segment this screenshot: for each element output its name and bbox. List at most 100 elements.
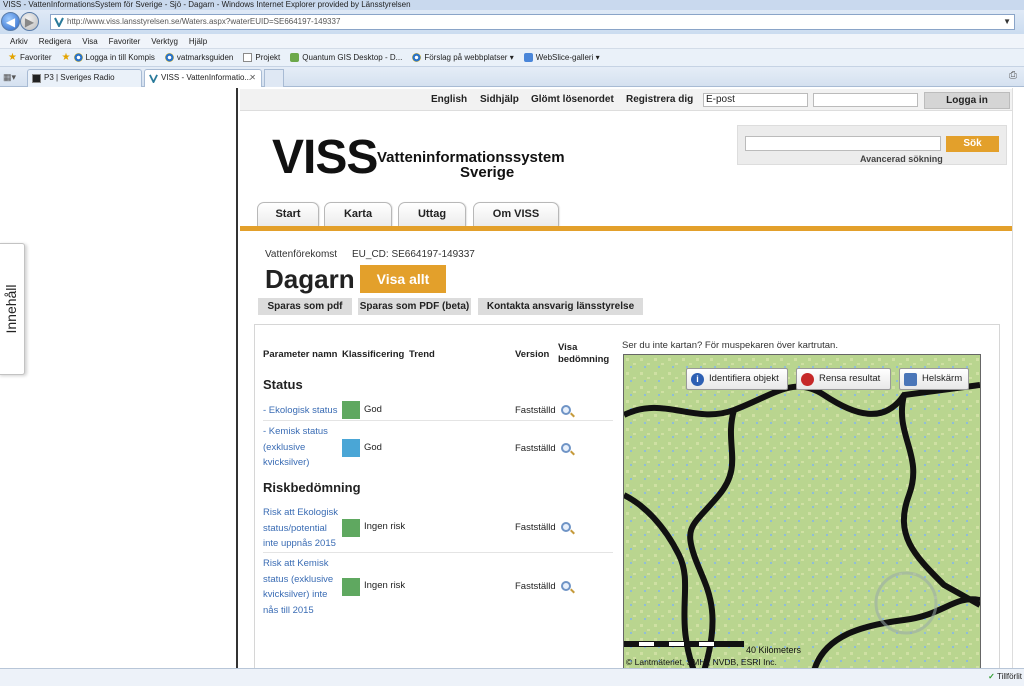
classification-swatch (342, 401, 360, 419)
menu-item-hjalp[interactable]: Hjälp (189, 37, 207, 46)
tab-start[interactable]: Start (257, 202, 319, 226)
favorites-bar: ★ Favoriter ★ Logga in till Kompis vatmark… (0, 49, 1024, 67)
favorites-label: Favoriter (19, 53, 52, 62)
map-view[interactable]: i Identifiera objekt Rensa resultat Hels… (623, 354, 981, 668)
map-copyright: © Lantmäteriet, SMHI, NVDB, ESRI Inc. (626, 657, 777, 667)
tab-label: VISS - VattenInformatio... (161, 73, 252, 82)
address-bar[interactable]: http://www.viss.lansstyrelsen.se/Waters.… (50, 14, 1015, 30)
print-icon[interactable]: ⎙ (1009, 70, 1021, 82)
classification-value: God (364, 442, 382, 453)
version-value: Fastställd (515, 405, 556, 416)
chevron-down-icon[interactable]: ▼ (1003, 15, 1011, 29)
show-all-button[interactable]: Visa allt (360, 265, 446, 293)
top-bar: English Sidhjälp Glömt lösenordet Regist… (240, 89, 1012, 111)
magnifier-icon[interactable] (561, 522, 571, 532)
page-title: Dagarn (265, 264, 355, 294)
classification-value: Ingen risk (364, 521, 406, 532)
link-register[interactable]: Registrera dig (626, 94, 693, 105)
version-value: Fastställd (515, 443, 556, 454)
page-icon (243, 53, 253, 62)
contact-county-button[interactable]: Kontakta ansvarig länsstyrelse (478, 298, 643, 315)
status-zone[interactable]: ✓ Tillförlit (988, 672, 1022, 681)
save-pdf-button[interactable]: Sparas som pdf (258, 298, 352, 315)
magnifier-icon[interactable] (561, 581, 571, 591)
water-eu-code: EU_CD: SE664197-149337 (352, 249, 475, 260)
classification-swatch (342, 439, 360, 457)
link-help[interactable]: Sidhjälp (480, 94, 519, 105)
link-forgot-password[interactable]: Glömt lösenordet (531, 94, 614, 105)
version-value: Fastställd (515, 581, 556, 592)
menu-item-visa[interactable]: Visa (82, 37, 97, 46)
address-row: ◀ ▶ http://www.viss.lansstyrelsen.se/Wat… (0, 10, 1024, 34)
fav-link-label: WebSlice-galleri ▾ (535, 53, 600, 62)
page-left-margin: Innehåll (0, 88, 238, 668)
page-right-margin (1012, 88, 1024, 668)
identify-object-label: Identifiera objekt (709, 373, 779, 384)
close-icon[interactable]: ✕ (249, 70, 256, 86)
param-chemical-status[interactable]: - Kemisk status (exklusive kvicksilver) (263, 424, 343, 471)
fav-link-webslice[interactable]: WebSlice-galleri ▾ (523, 53, 600, 62)
login-button[interactable]: Logga in (924, 92, 1010, 109)
tab-viss[interactable]: VISS - VattenInformatio... ✕ (144, 69, 262, 87)
fav-link-qgis[interactable]: Quantum GIS Desktop - D... (290, 53, 402, 62)
viss-favicon-icon (54, 17, 64, 27)
clear-results-button[interactable]: Rensa resultat (796, 368, 891, 390)
save-pdf-beta-button[interactable]: Sparas som PDF (beta) (358, 298, 471, 315)
param-risk-ecological[interactable]: Risk att Ekologisk status/potential inte… (263, 505, 343, 552)
password-field[interactable] (813, 93, 918, 107)
status-bar: ✓ Tillförlit (0, 668, 1024, 686)
qgis-icon (290, 53, 300, 62)
quick-tabs-icon[interactable]: ▦▾ (3, 71, 23, 83)
col-header-version: Version (515, 349, 550, 360)
classification-swatch (342, 519, 360, 537)
fav-link-projekt[interactable]: Projekt (243, 53, 280, 62)
back-button[interactable]: ◀ (1, 12, 20, 31)
map-canvas[interactable] (624, 355, 980, 668)
map-scale-bar-segment (639, 642, 654, 646)
magnifier-icon[interactable] (561, 443, 571, 453)
map-land (624, 355, 980, 668)
search-button[interactable]: Sök (946, 136, 999, 152)
checkmark-icon: ✓ (988, 672, 995, 681)
magnifier-icon[interactable] (561, 405, 571, 415)
clear-results-label: Rensa resultat (819, 373, 881, 384)
fav-link-label: Förslag på webbplatser ▾ (424, 53, 514, 62)
tab-sveriges-radio[interactable]: P3 | Sveriges Radio (27, 69, 142, 87)
menu-item-arkiv[interactable]: Arkiv (10, 37, 28, 46)
new-tab-button[interactable] (264, 69, 284, 87)
identify-object-button[interactable]: i Identifiera objekt (686, 368, 788, 390)
favorites-button[interactable]: ★ Favoriter (8, 53, 52, 63)
tab-uttag[interactable]: Uttag (398, 202, 466, 226)
search-input[interactable] (745, 136, 941, 151)
fav-link-label: Logga in till Kompis (85, 53, 155, 62)
menu-item-favoriter[interactable]: Favoriter (109, 37, 141, 46)
advanced-search-link[interactable]: Avancerad sökning (860, 154, 943, 164)
tab-karta[interactable]: Karta (324, 202, 392, 226)
logo-viss[interactable]: VISS (272, 130, 378, 186)
classification-swatch (342, 578, 360, 596)
fav-link-kompis[interactable]: ★ Logga in till Kompis (62, 53, 155, 63)
page-viewport: Innehåll English Sidhjälp Glömt lösenord… (0, 88, 1024, 668)
col-header-parameter: Parameter namn (263, 349, 338, 360)
map-scale-label: 40 Kilometers (746, 645, 802, 655)
logo-subtitle-line2: Sverige (460, 164, 515, 181)
fullscreen-button[interactable]: Helskärm (899, 368, 969, 390)
param-ecological-status[interactable]: - Ekologisk status (263, 403, 343, 419)
version-value: Fastställd (515, 522, 556, 533)
tab-label: P3 | Sveriges Radio (44, 73, 115, 82)
forward-button[interactable]: ▶ (20, 12, 39, 31)
tab-om-viss[interactable]: Om VISS (473, 202, 559, 226)
fav-link-suggested-sites[interactable]: Förslag på webbplatser ▾ (412, 53, 514, 62)
fav-link-vatmarksguiden[interactable]: vatmarksguiden (164, 53, 233, 62)
menu-item-verktyg[interactable]: Verktyg (151, 37, 178, 46)
row-divider (263, 552, 613, 553)
ie-icon (73, 53, 83, 62)
email-field[interactable]: E-post (703, 93, 808, 107)
link-english[interactable]: English (431, 94, 467, 105)
param-risk-chemical[interactable]: Risk att Kemisk status (exklusive kvicks… (263, 556, 343, 618)
info-icon: i (691, 373, 704, 386)
contents-side-tab[interactable]: Innehåll (0, 243, 25, 375)
menu-item-redigera[interactable]: Redigera (39, 37, 71, 46)
arrow-left-icon: ◀ (5, 15, 16, 29)
p3-icon (32, 74, 41, 83)
